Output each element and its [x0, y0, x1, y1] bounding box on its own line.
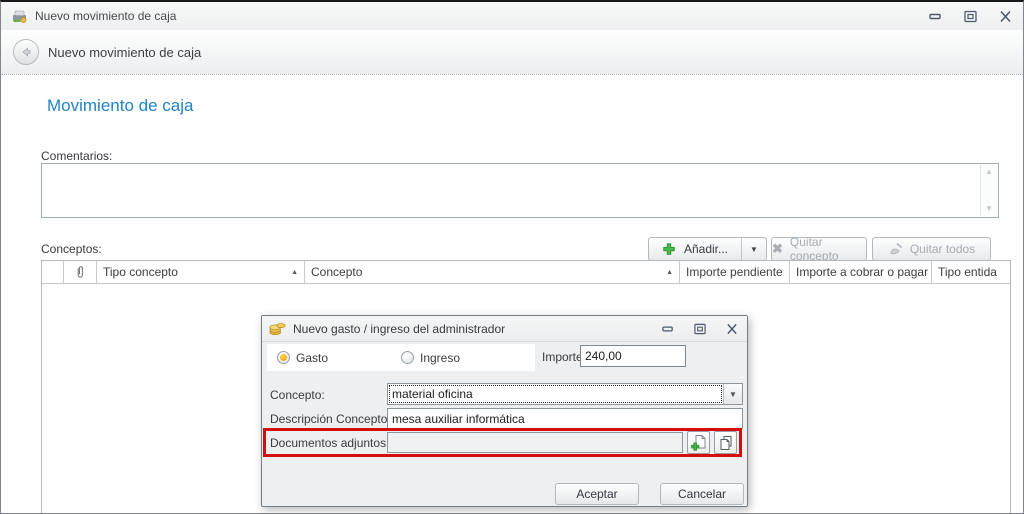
column-concepto[interactable]: Concepto ▲	[305, 261, 680, 283]
sort-asc-icon: ▲	[287, 269, 298, 276]
documentos-field[interactable]	[387, 432, 683, 453]
page-plus-icon	[690, 434, 707, 451]
window-titlebar: Nuevo movimiento de caja	[1, 2, 1023, 30]
scroll-up-icon[interactable]: ▲	[985, 165, 993, 179]
page-title: Movimiento de caja	[47, 96, 193, 116]
cancel-button[interactable]: Cancelar	[660, 483, 744, 505]
concepto-label: Concepto:	[270, 388, 325, 402]
radio-ingreso-label: Ingreso	[420, 351, 460, 365]
add-button-label: Añadir...	[684, 242, 728, 256]
column-label: Importe a cobrar o pagar	[796, 265, 928, 279]
column-importe-pendiente[interactable]: Importe pendiente	[680, 261, 790, 283]
accept-label: Aceptar	[576, 487, 617, 501]
copy-pages-icon	[718, 435, 734, 451]
column-label: Tipo entida	[938, 265, 997, 279]
window-title: Nuevo movimiento de caja	[35, 9, 176, 23]
importe-input[interactable]	[580, 345, 686, 367]
paperclip-icon	[76, 265, 85, 280]
radio-gasto-label: Gasto	[296, 351, 328, 365]
concepts-label: Conceptos:	[41, 242, 102, 256]
remove-all-label: Quitar todos	[910, 242, 975, 256]
sort-asc-icon: ▲	[662, 269, 673, 276]
comments-label: Comentarios:	[41, 149, 112, 163]
add-dropdown-arrow[interactable]: ▼	[741, 238, 766, 260]
radio-option-gasto[interactable]: Gasto	[267, 351, 401, 365]
minimize-icon	[928, 10, 943, 23]
remove-all-button[interactable]: Quitar todos	[872, 237, 991, 261]
arrow-left-icon	[19, 45, 33, 59]
comments-textarea[interactable]	[42, 164, 980, 217]
column-label: Importe pendiente	[686, 265, 783, 279]
concepto-combobox[interactable]: material oficina ▼	[387, 383, 743, 405]
remove-concept-button[interactable]: ✖ Quitar concepto	[771, 237, 867, 261]
minimize-button[interactable]	[928, 10, 943, 23]
close-button[interactable]	[998, 10, 1013, 23]
column-row-indicator[interactable]	[42, 261, 64, 283]
column-label: Tipo concepto	[103, 265, 178, 279]
column-label: Concepto	[311, 265, 362, 279]
page-header: Nuevo movimiento de caja	[1, 30, 1023, 75]
descripcion-label: Descripción Concepto:	[270, 412, 391, 426]
remove-concept-label: Quitar concepto	[790, 235, 866, 263]
dialog-minimize-button[interactable]	[660, 322, 675, 335]
maximize-icon	[963, 10, 978, 23]
cash-register-icon	[11, 8, 28, 24]
broom-icon	[888, 242, 903, 257]
dialog-maximize-button[interactable]	[692, 322, 707, 335]
maximize-icon	[693, 323, 707, 335]
descripcion-input[interactable]	[387, 408, 743, 429]
concepto-value[interactable]: material oficina	[388, 384, 723, 404]
close-icon	[725, 323, 739, 335]
radio-selected-icon[interactable]	[277, 351, 290, 364]
concepts-table-header: Tipo concepto ▲ Concepto ▲ Importe pendi…	[42, 261, 1010, 284]
header-title: Nuevo movimiento de caja	[48, 45, 201, 60]
add-document-button[interactable]	[687, 431, 710, 454]
accept-button[interactable]: Aceptar	[555, 483, 639, 505]
plus-icon	[662, 242, 676, 256]
radio-unselected-icon[interactable]	[401, 351, 414, 364]
documentos-label: Documentos adjuntos:	[270, 436, 389, 450]
combo-dropdown-button[interactable]: ▼	[723, 384, 742, 404]
window-controls	[928, 10, 1018, 23]
column-importe-cobrar-pagar[interactable]: Importe a cobrar o pagar	[790, 261, 932, 283]
chevron-down-icon: ▼	[729, 390, 737, 399]
maximize-button[interactable]	[963, 10, 978, 23]
radio-option-ingreso[interactable]: Ingreso	[401, 351, 460, 365]
add-split-button[interactable]: Añadir... ▼	[648, 237, 767, 261]
x-icon: ✖	[772, 241, 783, 257]
column-tipo-entidad[interactable]: Tipo entida	[932, 261, 1010, 283]
comments-scrollbar[interactable]: ▲ ▼	[980, 165, 997, 216]
chevron-down-icon: ▼	[750, 245, 758, 254]
minimize-icon	[661, 323, 675, 335]
cancel-label: Cancelar	[678, 487, 726, 501]
type-radio-group: Gasto Ingreso	[267, 344, 535, 371]
column-tipo-concepto[interactable]: Tipo concepto ▲	[97, 261, 305, 283]
dialog-title: Nuevo gasto / ingreso del administrador	[293, 322, 505, 336]
scroll-down-icon[interactable]: ▼	[985, 202, 993, 216]
add-button[interactable]: Añadir...	[649, 238, 741, 260]
back-button[interactable]	[13, 39, 39, 65]
column-attachment[interactable]	[64, 261, 97, 283]
copy-document-button[interactable]	[714, 431, 737, 454]
coin-stack-icon	[269, 321, 286, 336]
dialog-controls	[660, 322, 739, 335]
dialog-titlebar: Nuevo gasto / ingreso del administrador	[262, 316, 747, 342]
main-window: Nuevo movimiento de caja Nuevo movimient…	[0, 0, 1024, 514]
new-expense-dialog: Nuevo gasto / ingreso del administrador …	[261, 315, 748, 507]
dialog-close-button[interactable]	[724, 322, 739, 335]
close-icon	[998, 10, 1013, 23]
comments-box: ▲ ▼	[41, 163, 999, 218]
